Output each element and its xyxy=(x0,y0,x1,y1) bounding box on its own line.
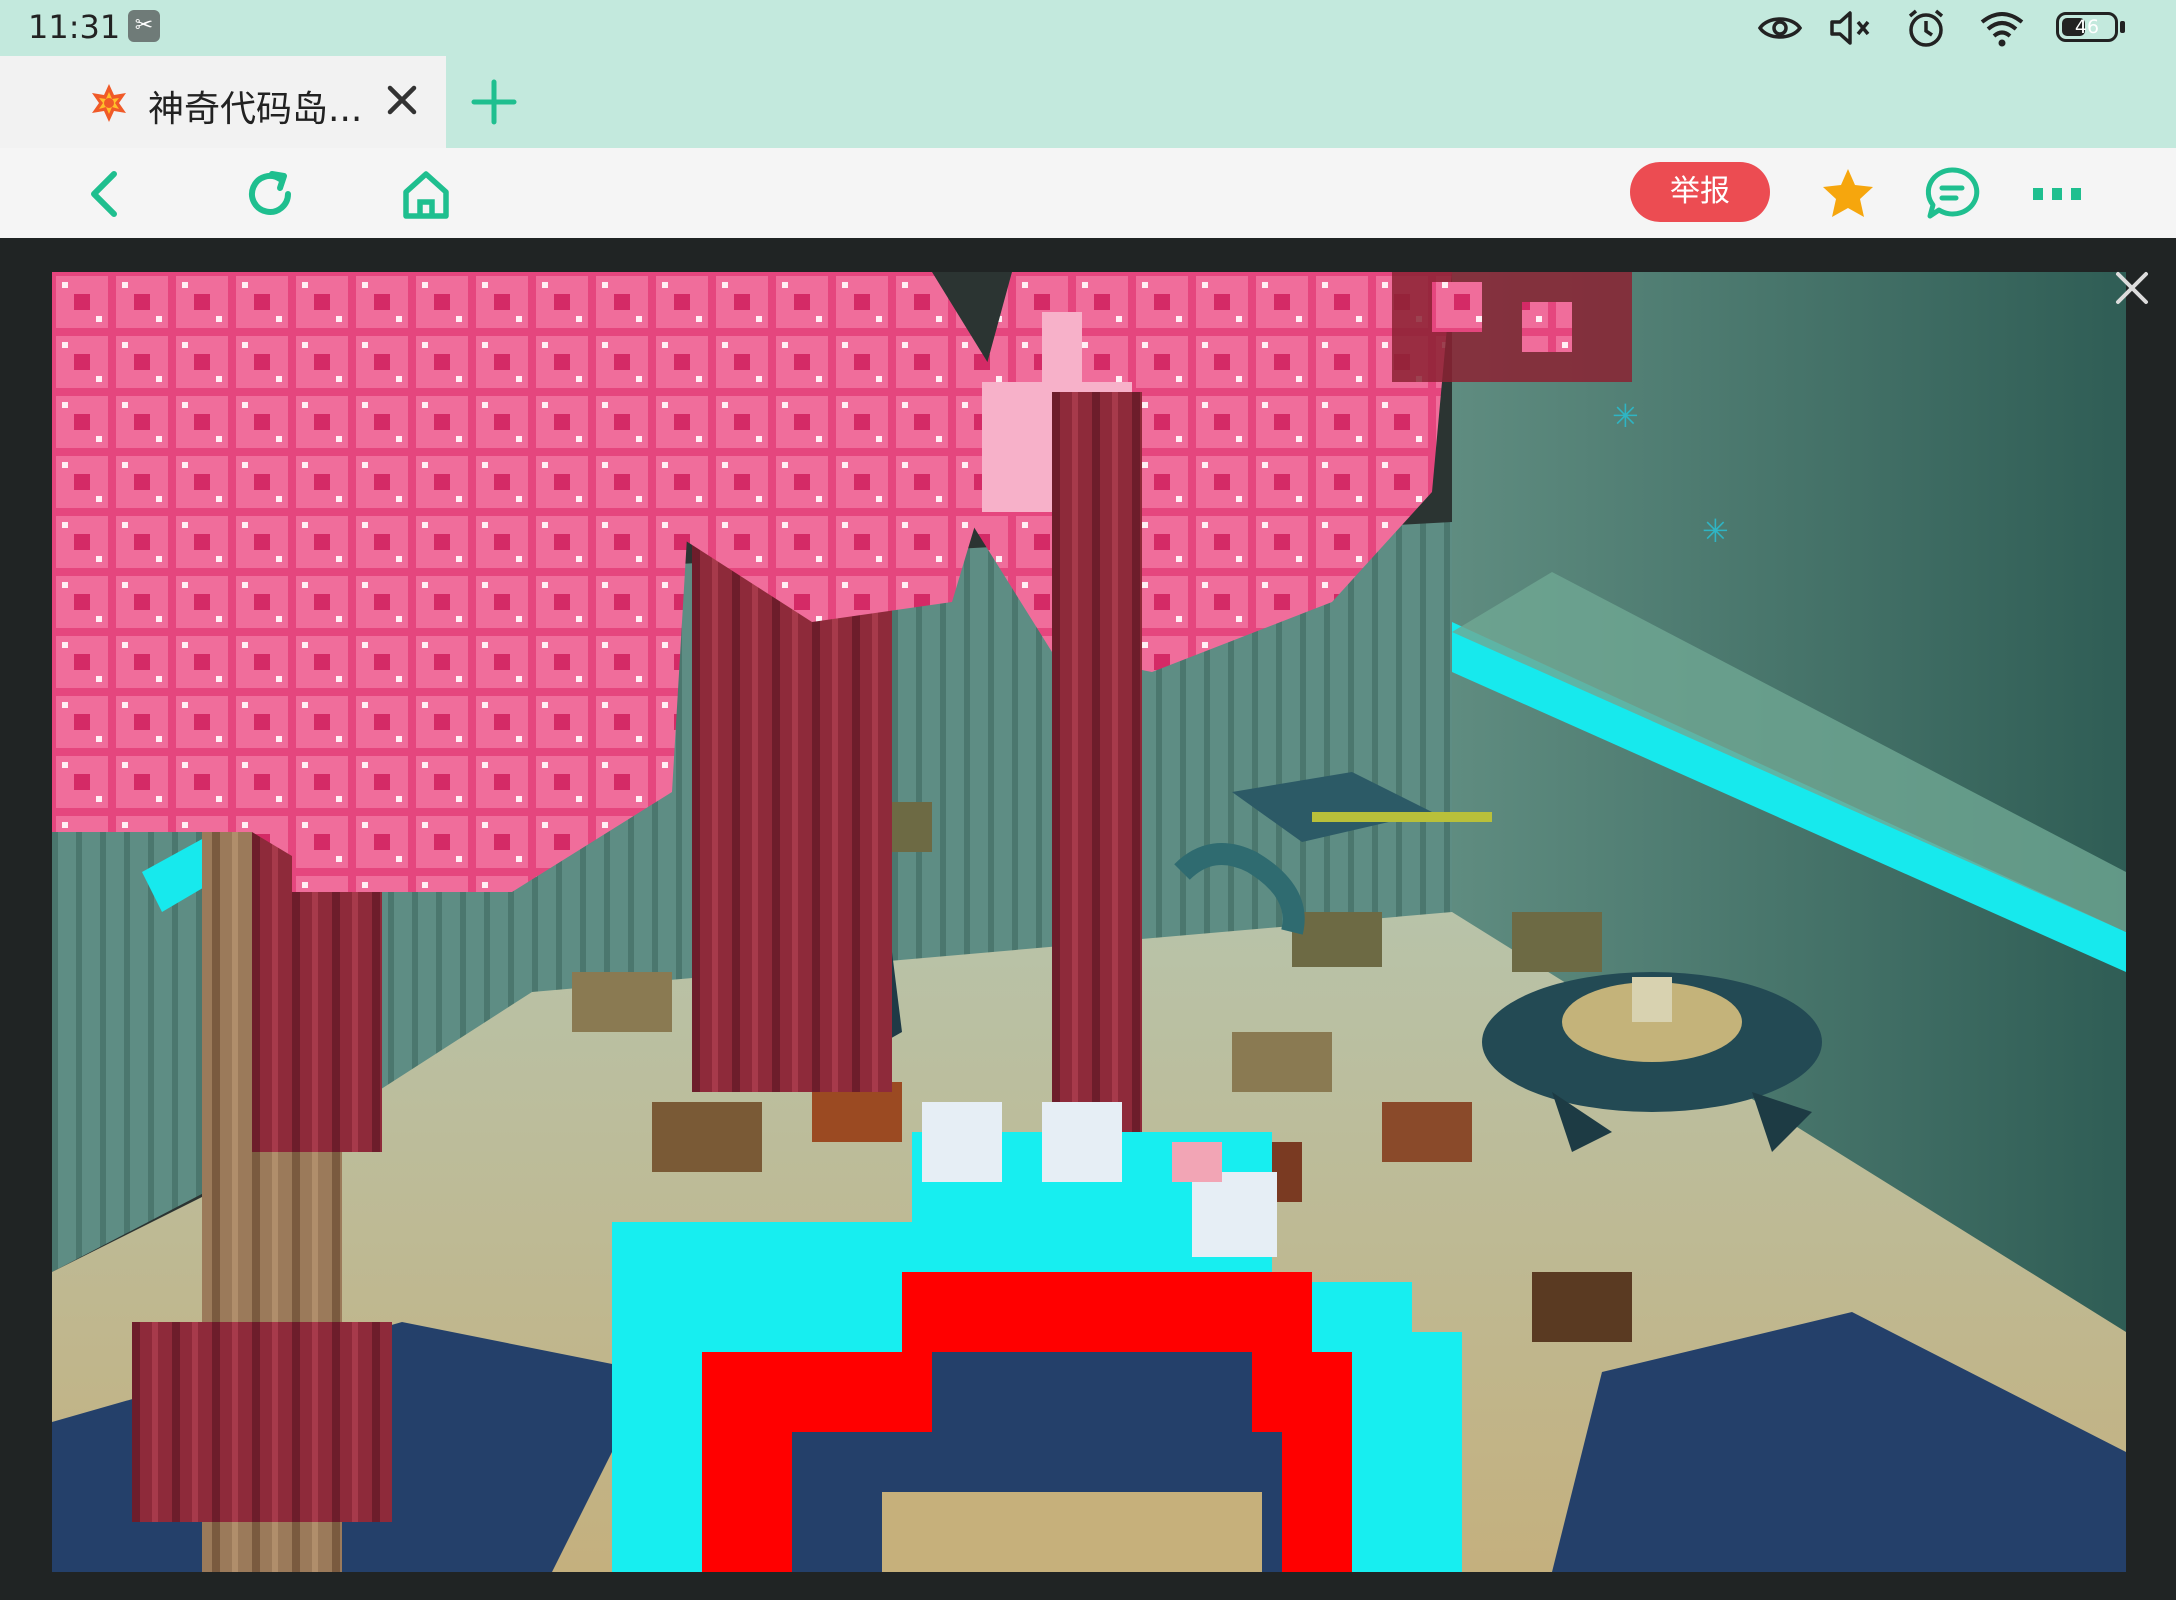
wifi-icon xyxy=(1980,12,2024,47)
chevron-left-icon[interactable] xyxy=(76,164,136,224)
tab-title: 神奇代码岛... xyxy=(148,89,363,130)
star-icon[interactable] xyxy=(1818,164,1878,224)
battery-level: 46 xyxy=(2074,16,2100,38)
plus-icon[interactable] xyxy=(470,78,518,126)
status-bar: 11:31 ✂ 46 xyxy=(0,0,2176,56)
close-icon[interactable] xyxy=(2110,266,2154,310)
eye-icon xyxy=(1757,17,1803,39)
more-icon[interactable] xyxy=(2030,164,2090,224)
home-icon[interactable] xyxy=(396,164,456,224)
scissors-icon: ✂ xyxy=(128,10,160,42)
mute-icon xyxy=(1830,11,1870,45)
battery-nub xyxy=(2120,21,2125,33)
game-viewport[interactable]: ✳ ✳ xyxy=(52,272,2126,1572)
game-scene[interactable]: ✳ ✳ xyxy=(52,272,2126,1572)
browser-toolbar: 举报 xyxy=(0,148,2176,238)
tab-strip: 神奇代码岛... xyxy=(0,56,2176,148)
snowflake-icon: ✳ xyxy=(1702,512,1729,550)
close-icon[interactable] xyxy=(380,78,424,122)
alarm-icon xyxy=(1908,9,1944,47)
clock-time: 11:31 xyxy=(28,8,121,46)
comment-icon[interactable] xyxy=(1922,164,1982,224)
code-island-favicon xyxy=(92,84,126,122)
snowflake-icon: ✳ xyxy=(1612,397,1639,435)
report-button[interactable]: 举报 xyxy=(1630,162,1770,222)
tab-active[interactable]: 神奇代码岛... xyxy=(0,56,446,148)
reload-icon[interactable] xyxy=(240,164,300,224)
content-area: ✳ ✳ xyxy=(0,238,2176,1600)
battery-icon: 46 xyxy=(2056,12,2118,42)
